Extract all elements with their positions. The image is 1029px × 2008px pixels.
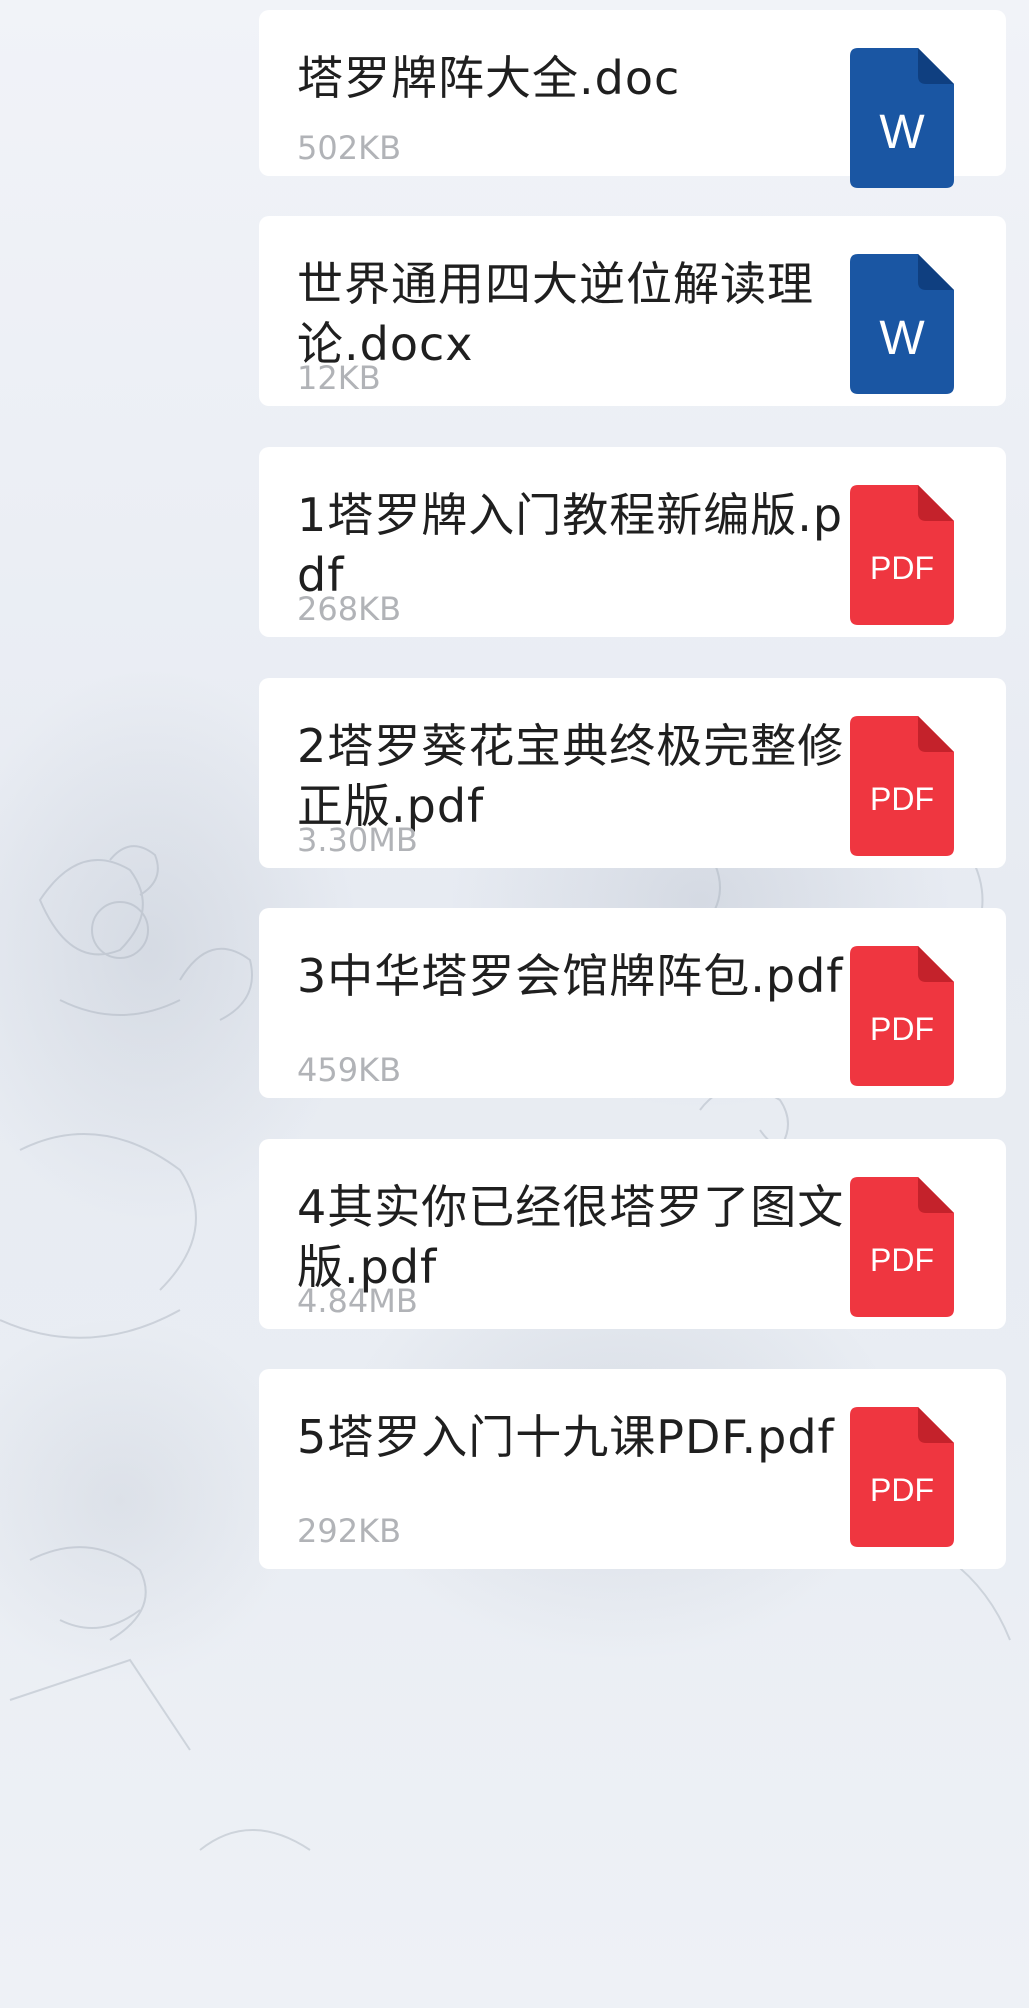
file-name: 世界通用四大逆位解读理论.docx (297, 257, 814, 371)
pdf-icon: PDF (850, 1177, 954, 1317)
file-list: 塔罗牌阵大全.doc 502KB W 世界通用四大逆位解读理论.docx 12K… (259, 0, 1006, 2008)
file-name: 2塔罗葵花宝典终极完整修正版.pdf (297, 719, 845, 833)
icon-label: W (879, 106, 925, 159)
file-card-pdf-1[interactable]: 2塔罗葵花宝典终极完整修正版.pdf 3.30MB PDF (259, 678, 1006, 868)
word-icon: W (850, 48, 954, 188)
pdf-icon: PDF (850, 716, 954, 856)
icon-label: PDF (870, 1242, 934, 1278)
file-size: 502KB (297, 129, 402, 167)
file-size: 292KB (297, 1512, 402, 1550)
file-name: 塔罗牌阵大全.doc (297, 51, 681, 105)
file-size: 4.84MB (297, 1282, 418, 1320)
file-name: 5塔罗入门十九课PDF.pdf (297, 1410, 835, 1464)
file-card-doc-1[interactable]: 世界通用四大逆位解读理论.docx 12KB W (259, 216, 1006, 406)
file-size: 268KB (297, 590, 402, 628)
file-size: 12KB (297, 359, 381, 397)
icon-label: PDF (870, 550, 934, 586)
file-card-pdf-0[interactable]: 1塔罗牌入门教程新编版.pdf 268KB PDF (259, 447, 1006, 637)
icon-label: PDF (870, 1472, 934, 1508)
file-card-pdf-4[interactable]: 5塔罗入门十九课PDF.pdf 292KB PDF (259, 1369, 1006, 1569)
pdf-icon: PDF (850, 485, 954, 625)
file-card-pdf-3[interactable]: 4其实你已经很塔罗了图文版.pdf 4.84MB PDF (259, 1139, 1006, 1329)
icon-label: PDF (870, 781, 934, 817)
word-icon: W (850, 254, 954, 394)
file-name: 1塔罗牌入门教程新编版.pdf (297, 488, 844, 602)
icon-label: PDF (870, 1011, 934, 1047)
icon-label: W (879, 312, 925, 365)
file-size: 3.30MB (297, 821, 418, 859)
file-card-pdf-2[interactable]: 3中华塔罗会馆牌阵包.pdf 459KB PDF (259, 908, 1006, 1098)
file-card-doc-0[interactable]: 塔罗牌阵大全.doc 502KB W (259, 10, 1006, 188)
pdf-icon: PDF (850, 1407, 954, 1547)
file-size: 459KB (297, 1051, 402, 1089)
file-name: 3中华塔罗会馆牌阵包.pdf (297, 949, 844, 1003)
file-name: 4其实你已经很塔罗了图文版.pdf (297, 1180, 845, 1294)
pdf-icon: PDF (850, 946, 954, 1086)
